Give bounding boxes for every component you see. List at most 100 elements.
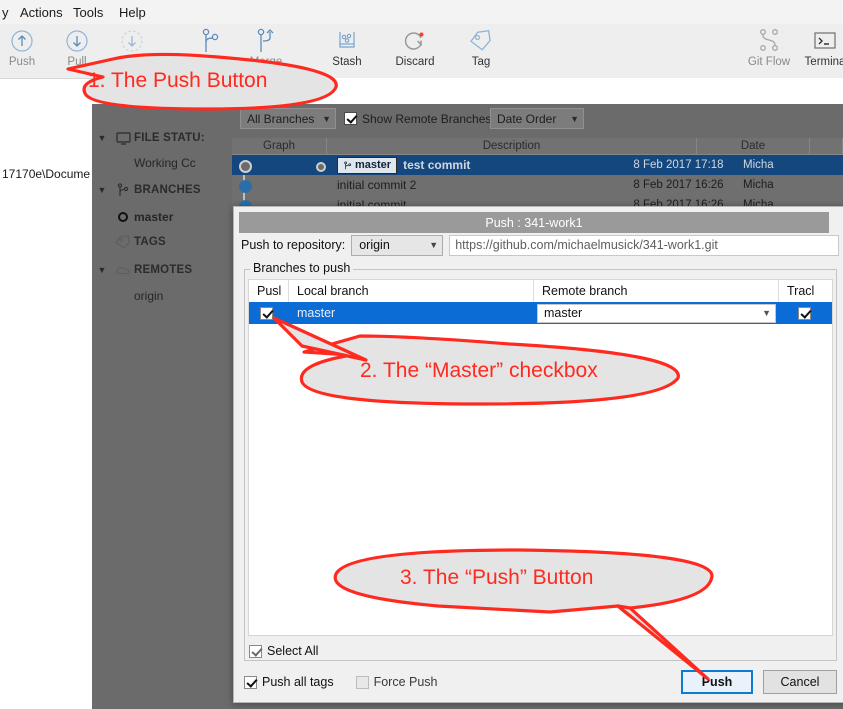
sidebar-label-remotes: REMOTES — [134, 264, 193, 276]
sidebar-item-file-status[interactable]: ▼ FILE STATU: — [92, 126, 232, 150]
background-window-path: 17170e\Docume — [2, 167, 91, 181]
remote-branch-value: master — [544, 306, 583, 320]
column-header-remote-branch[interactable]: Remote branch — [534, 280, 779, 302]
chevron-down-icon: ▼ — [570, 113, 579, 124]
graph-node-icon — [239, 180, 252, 193]
branch-icon — [344, 161, 352, 169]
monitor-icon — [112, 131, 134, 145]
column-header-date[interactable]: Date — [697, 138, 810, 155]
menu-item-tools[interactable]: Tools — [69, 4, 107, 21]
cancel-button[interactable]: Cancel — [763, 670, 837, 694]
tag-icon — [112, 235, 134, 249]
commit-author: Micha — [743, 159, 774, 171]
chevron-down-icon: ▼ — [322, 113, 331, 124]
sidebar-item-origin[interactable]: origin — [92, 284, 232, 308]
column-header-local-branch[interactable]: Local branch — [289, 280, 534, 302]
repository-value: origin — [359, 238, 390, 252]
column-header-graph[interactable]: Graph — [232, 138, 327, 155]
remote-branch-dropdown[interactable]: master ▼ — [537, 303, 776, 323]
dialog-title: Push : 341-work1 — [239, 212, 829, 233]
toolbar-button-git-flow[interactable]: Git Flow — [738, 28, 800, 68]
checkbox-glyph — [244, 675, 257, 689]
track-checkbox[interactable] — [797, 306, 811, 320]
sidebar: ▼ FILE STATU: Working Cc ▼ BRANCHES mast… — [92, 104, 233, 709]
sidebar-label-origin: origin — [134, 289, 164, 303]
branch-filter-value: All Branches — [247, 111, 315, 126]
track-checkbox-cell[interactable] — [779, 302, 832, 324]
column-header-track[interactable]: Tracl — [779, 280, 832, 302]
commit-graph-cell — [232, 175, 327, 195]
callout-2-text: 2. The “Master” checkbox — [360, 359, 598, 382]
discard-icon — [384, 28, 446, 54]
chevron-down-icon: ▼ — [97, 265, 107, 275]
sidebar-label-working-copy: Working Cc — [134, 156, 196, 170]
column-header-author[interactable] — [810, 138, 843, 155]
toolbar-button-tag[interactable]: Tag — [450, 28, 512, 68]
callout-1-text: 1. The Push Button — [88, 69, 268, 92]
tag-icon — [450, 28, 512, 54]
chevron-down-icon: ▼ — [762, 308, 771, 318]
commit-message: initial commit 2 — [337, 178, 417, 192]
screenshot-root: 17170e\Docume y Actions Tools Help Push — [0, 0, 843, 709]
commit-message: test commit — [403, 158, 471, 172]
menu-item-repository[interactable]: y — [0, 4, 13, 21]
branch-badge-label: master — [355, 159, 392, 171]
chevron-down-icon: ▼ — [429, 240, 439, 250]
sidebar-label-file-status: FILE STATU: — [134, 132, 205, 144]
graph-node-icon — [239, 160, 252, 173]
checkbox-glyph — [344, 112, 357, 125]
commit-date: 8 Feb 2017 16:26 — [633, 179, 724, 191]
select-all-label: Select All — [267, 644, 319, 658]
sidebar-item-master[interactable]: master — [92, 205, 232, 229]
branch-dot-icon — [112, 211, 134, 223]
remote-branch-cell[interactable]: master ▼ — [534, 302, 779, 324]
order-dropdown[interactable]: Date Order ▼ — [490, 108, 584, 129]
select-all-checkbox[interactable]: Select All — [249, 644, 318, 658]
chevron-down-icon: ▼ — [97, 185, 107, 195]
chevron-down-icon: ▼ — [97, 133, 107, 143]
table-row[interactable]: initial commit 2 8 Feb 2017 16:26 Micha — [232, 175, 843, 195]
column-header-push[interactable]: Pusl — [249, 280, 289, 302]
repository-dropdown[interactable]: origin ▼ — [351, 234, 444, 256]
git-flow-icon — [738, 28, 800, 54]
repository-url-value: https://github.com/michaelmusick/341-wor… — [455, 238, 718, 252]
commit-description-cell: initial commit 2 — [327, 178, 622, 192]
commit-date: 8 Feb 2017 17:18 — [633, 159, 724, 171]
toolbar-label-tag: Tag — [471, 56, 491, 68]
sidebar-item-tags[interactable]: TAGS — [92, 230, 232, 254]
table-row[interactable]: master test commit 8 Feb 2017 17:18 Mich… — [232, 155, 843, 175]
toolbar-button-terminal[interactable]: Termina — [794, 28, 843, 68]
show-remote-branches-label: Show Remote Branches — [362, 111, 492, 126]
sidebar-label-tags: TAGS — [134, 236, 166, 248]
callout-1: 1. The Push Button — [58, 47, 348, 112]
branches-table-header: Pusl Local branch Remote branch Tracl — [249, 280, 832, 303]
column-header-description[interactable]: Description — [327, 138, 697, 155]
toolbar-label-discard: Discard — [395, 56, 435, 68]
checkbox-glyph — [249, 644, 262, 658]
toolbar-label-terminal: Termina — [804, 56, 843, 68]
callout-3: 3. The “Push” Button — [318, 546, 718, 686]
toolbar-button-discard[interactable]: Discard — [384, 28, 446, 68]
cloud-icon — [112, 264, 134, 276]
branches-to-push-legend: Branches to push — [250, 261, 354, 275]
menu-item-help[interactable]: Help — [115, 4, 150, 21]
terminal-icon — [794, 28, 843, 54]
branch-badge[interactable]: master — [337, 156, 398, 174]
push-to-repository-label: Push to repository: — [241, 238, 346, 252]
menu-bar: y Actions Tools Help — [0, 0, 843, 24]
sidebar-label-branches: BRANCHES — [134, 184, 201, 196]
order-value: Date Order — [497, 111, 557, 126]
repository-url-field[interactable]: https://github.com/michaelmusick/341-wor… — [449, 234, 840, 256]
sidebar-item-branches[interactable]: ▼ BRANCHES — [92, 178, 232, 202]
toolbar-label-git-flow: Git Flow — [747, 56, 791, 68]
sidebar-item-working-copy[interactable]: Working Cc — [92, 151, 232, 175]
commit-description-cell: master test commit — [327, 156, 622, 174]
callout-3-text: 3. The “Push” Button — [400, 566, 594, 589]
commit-graph-cell — [232, 155, 327, 175]
graph-node-icon — [316, 162, 326, 172]
callout-2-arrow — [258, 316, 368, 366]
push-to-repository-row: Push to repository: origin ▼ https://git… — [241, 234, 841, 256]
sidebar-item-remotes[interactable]: ▼ REMOTES — [92, 258, 232, 282]
menu-item-actions[interactable]: Actions — [16, 4, 67, 21]
show-remote-branches-checkbox[interactable]: Show Remote Branches — [344, 108, 491, 129]
